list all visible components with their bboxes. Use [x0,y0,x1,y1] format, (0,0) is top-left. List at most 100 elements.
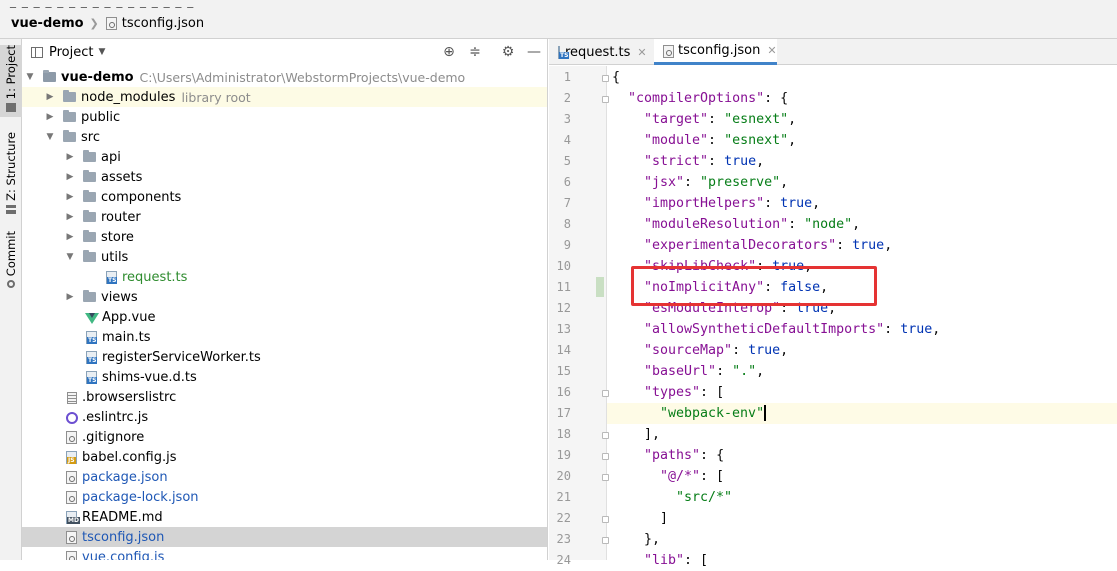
tree-item-gitignore[interactable]: .gitignore [22,427,547,447]
code-line[interactable]: "importHelpers": true, [607,193,1117,214]
chevron-down-icon[interactable]: ▼ [45,132,55,142]
code-line[interactable]: "strict": true, [607,151,1117,172]
code-line[interactable]: ], [607,424,1117,445]
chevron-right-icon[interactable]: ▶ [45,112,55,122]
tree-item-label: node_modules [81,89,176,105]
folder-icon [83,170,96,182]
tree-item-package-json[interactable]: package.json [22,467,547,487]
tree-item-hint: C:\Users\Administrator\WebstormProjects\… [139,69,466,85]
breadcrumb-file[interactable]: tsconfig.json [122,16,204,31]
toolwindow-project-label: 1: Project [4,45,18,100]
toolwindow-commit-tab[interactable]: Commit [0,231,22,293]
chevron-right-icon[interactable]: ▶ [65,212,75,222]
tree-item-vue-config[interactable]: vue.config.js [22,547,547,560]
tree-item-api[interactable]: ▶ api [22,147,547,167]
chevron-right-icon[interactable]: ▶ [65,192,75,202]
editor-tabs: request.ts ✕ tsconfig.json ✕ [549,39,1117,65]
tree-item-public[interactable]: ▶ public [22,107,547,127]
tree-item-register-service-worker[interactable]: registerServiceWorker.ts [22,347,547,367]
tree-item-label: api [101,149,121,165]
chevron-down-icon[interactable]: ▼ [65,252,75,262]
tree-item-label: package.json [82,469,168,485]
close-icon[interactable]: ✕ [637,46,646,59]
tree-item-router[interactable]: ▶ router [22,207,547,227]
tree-item-utils[interactable]: ▼ utils [22,247,547,267]
line-number: 10 [556,259,571,273]
vue-file-icon [84,310,99,324]
code-line[interactable]: "@/*": [ [607,466,1117,487]
close-icon[interactable]: ✕ [767,44,776,57]
tree-item-assets[interactable]: ▶ assets [22,167,547,187]
code-line[interactable]: "jsx": "preserve", [607,172,1117,193]
tree-item-label: views [101,289,138,305]
code-line[interactable]: ] [607,508,1117,529]
tree-item-components[interactable]: ▶ components [22,187,547,207]
config-file-icon [663,44,674,58]
code-line[interactable]: "moduleResolution": "node", [607,214,1117,235]
chevron-right-icon[interactable]: ▶ [65,152,75,162]
hide-icon[interactable]: — [525,43,543,61]
json-key: "jsx" [644,175,685,190]
chevron-right-icon[interactable]: ▶ [65,172,75,182]
tree-item-store[interactable]: ▶ store [22,227,547,247]
tree-item-package-lock[interactable]: package-lock.json [22,487,547,507]
tab-label: tsconfig.json [678,43,761,58]
chevron-down-icon[interactable]: ▼ [98,47,105,57]
tree-item-views[interactable]: ▶ views [22,287,547,307]
folder-icon [63,130,76,142]
project-panel: Project ▼ ⊕ ≑ ⚙ — ▼ vue-demo C:\Users\Ad… [22,39,548,560]
tree-item-label: vue-demo [61,69,134,85]
tree-item-app-vue[interactable]: App.vue [22,307,547,327]
code-line[interactable]: "sourceMap": true, [607,340,1117,361]
tree-item-main-ts[interactable]: main.ts [22,327,547,347]
project-panel-title[interactable]: Project [49,45,93,60]
tree-item-node-modules[interactable]: ▶ node_modules library root [22,87,547,107]
code-line[interactable]: }, [607,529,1117,550]
code-line[interactable]: "target": "esnext", [607,109,1117,130]
folder-icon [63,110,76,122]
typescript-file-icon [85,350,98,364]
tree-item-src[interactable]: ▼ src [22,127,547,147]
code-line[interactable]: "paths": { [607,445,1117,466]
tree-item-request-ts[interactable]: request.ts [22,267,547,287]
chevron-right-icon[interactable]: ▶ [45,92,55,102]
json-key: "importHelpers" [644,196,765,211]
code-line[interactable]: "lib": [ [607,550,1117,571]
code-line[interactable]: "src/*" [607,487,1117,508]
collapse-all-icon[interactable]: ≑ [466,43,484,61]
tree-item-tsconfig[interactable]: tsconfig.json [22,527,547,547]
breadcrumb-project[interactable]: vue-demo [11,16,84,31]
tree-item-label: tsconfig.json [82,529,165,545]
gear-icon[interactable]: ⚙ [499,43,517,61]
locate-icon[interactable]: ⊕ [440,43,458,61]
tree-item-eslintrc[interactable]: .eslintrc.js [22,407,547,427]
code-area[interactable]: {"compilerOptions": {"target": "esnext",… [607,66,1117,568]
line-number: 11 [556,280,571,294]
code-line[interactable]: "baseUrl": ".", [607,361,1117,382]
code-line[interactable]: "types": [ [607,382,1117,403]
tree-item-readme[interactable]: README.md [22,507,547,527]
tree-item-label: .gitignore [82,429,145,445]
code-line[interactable]: "experimentalDecorators": true, [607,235,1117,256]
chevron-right-icon[interactable]: ▶ [65,292,75,302]
code-line[interactable]: "module": "esnext", [607,130,1117,151]
tree-item-browserslistrc[interactable]: .browserslistrc [22,387,547,407]
tab-tsconfig-json[interactable]: tsconfig.json ✕ [654,39,777,65]
tree-item-babel-config[interactable]: babel.config.js [22,447,547,467]
tab-request-ts[interactable]: request.ts ✕ [549,39,653,65]
code-line[interactable]: "compilerOptions": { [607,88,1117,109]
json-key: "module" [644,133,709,148]
chevron-right-icon[interactable]: ▶ [65,232,75,242]
tree-item-shims-vue[interactable]: shims-vue.d.ts [22,367,547,387]
chevron-down-icon[interactable]: ▼ [25,72,35,82]
toolwindow-structure-tab[interactable]: Z: Structure [0,132,22,214]
tool-window-strip: 1: Project Z: Structure Commit [0,39,22,560]
toolwindow-project-tab[interactable]: 1: Project [0,45,22,117]
code-line[interactable]: "webpack-env" [607,403,1117,424]
tree-item-vue-demo[interactable]: ▼ vue-demo C:\Users\Administrator\Websto… [22,67,547,87]
json-value: "." [732,364,757,379]
code-line[interactable]: { [607,67,1117,88]
config-file-icon [65,530,78,544]
code-line[interactable]: "allowSyntheticDefaultImports": true, [607,319,1117,340]
tree-item-label: store [101,229,134,245]
